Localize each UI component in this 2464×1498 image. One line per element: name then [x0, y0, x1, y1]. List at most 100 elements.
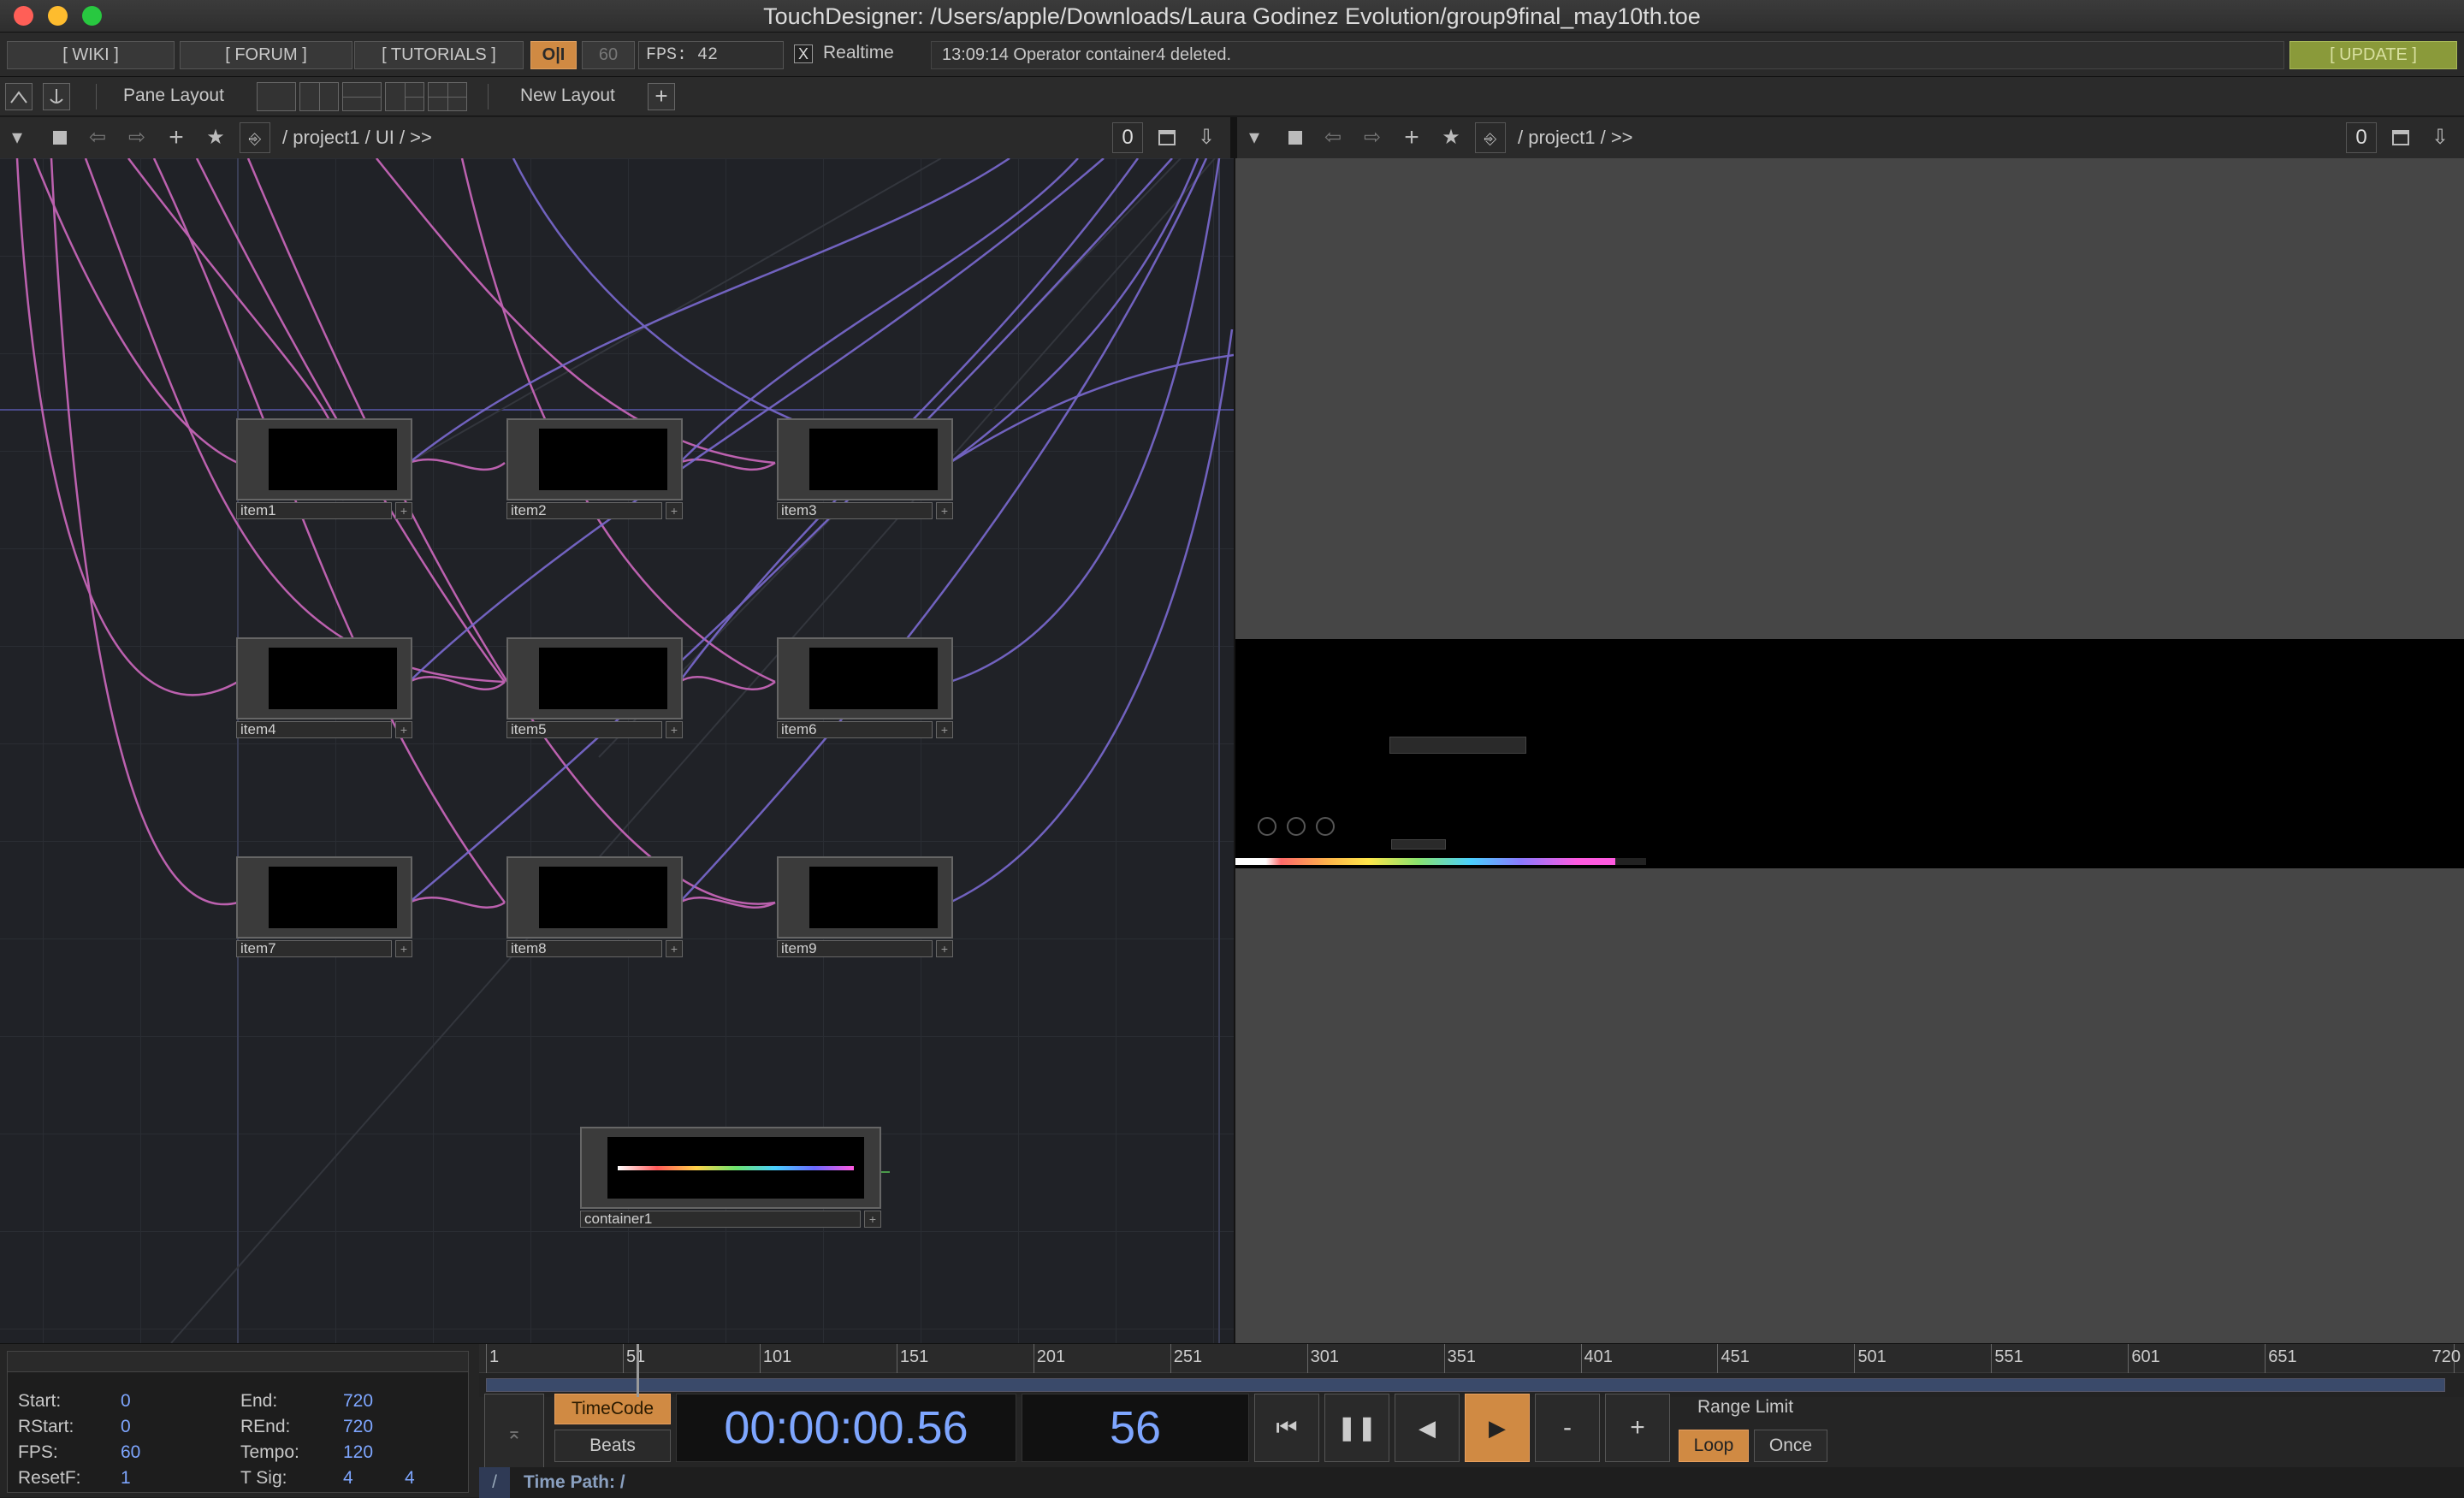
- time-path-label: Time Path: /: [524, 1472, 625, 1492]
- rend-value[interactable]: 720: [343, 1417, 373, 1437]
- network-editor[interactable]: item1 + item2 + item3 + item4 + item5 + …: [0, 158, 1234, 1343]
- ruler-label: 501: [1857, 1347, 1886, 1366]
- pause-icon[interactable]: [1287, 817, 1306, 836]
- timecode-display[interactable]: 00:00:00.56: [676, 1394, 1016, 1462]
- play-forward-icon[interactable]: ▶: [1465, 1394, 1530, 1462]
- ruler-label: 601: [2131, 1347, 2160, 1366]
- ruler-tick: [1991, 1344, 1993, 1373]
- decrement-button[interactable]: -: [1535, 1394, 1600, 1462]
- item8-label: item8: [506, 940, 662, 957]
- start-value[interactable]: 0: [121, 1391, 131, 1412]
- back-arrow-icon[interactable]: ⇦: [1318, 122, 1348, 153]
- time-path-bar: / Time Path: /: [479, 1467, 2464, 1498]
- pane-image-icon[interactable]: [5, 83, 33, 110]
- network-link-icon[interactable]: ⎆: [240, 122, 270, 153]
- comp-flag-icon[interactable]: +: [666, 940, 683, 957]
- layout-three-icon[interactable]: [385, 82, 424, 111]
- perform-mode-button[interactable]: O|I: [530, 41, 577, 69]
- comp-flag-icon[interactable]: +: [666, 721, 683, 738]
- container-viewer[interactable]: [1235, 158, 2464, 1343]
- ruler-label: 1: [489, 1347, 500, 1366]
- maximize-pane-icon[interactable]: [2385, 122, 2416, 153]
- end-value[interactable]: 720: [343, 1391, 373, 1412]
- home-plus-icon[interactable]: +: [1396, 122, 1427, 153]
- rstart-value[interactable]: 0: [121, 1417, 131, 1437]
- timeline-playhead[interactable]: [636, 1344, 639, 1397]
- pause-icon[interactable]: ❚❚: [1324, 1394, 1389, 1462]
- ruler-tick: [759, 1344, 761, 1373]
- time-settings: Start: 0 End: 720 RStart: 0 REnd: 720 FP…: [7, 1351, 469, 1493]
- container1-label: container1: [580, 1211, 861, 1228]
- add-layout-button[interactable]: +: [648, 83, 675, 110]
- comp-flag-icon[interactable]: +: [936, 721, 953, 738]
- layout-single-icon[interactable]: [257, 82, 296, 111]
- ruler-label: 551: [1994, 1347, 2023, 1366]
- layout-four-icon[interactable]: [428, 82, 467, 111]
- frame-display[interactable]: 56: [1022, 1394, 1249, 1462]
- play-icon[interactable]: [1258, 817, 1276, 836]
- fps-cap-field[interactable]: 60: [582, 41, 635, 69]
- stop-icon[interactable]: [1280, 122, 1311, 153]
- pane-anchor-icon[interactable]: [43, 83, 70, 110]
- ruler-tick: [1443, 1344, 1445, 1373]
- stop-icon[interactable]: [44, 122, 75, 153]
- forum-button[interactable]: [ FORUM ]: [180, 41, 352, 69]
- network-path-breadcrumb[interactable]: / project1 / UI / >>: [282, 117, 432, 158]
- tutorials-button[interactable]: [ TUTORIALS ]: [354, 41, 524, 69]
- network-link-icon[interactable]: ⎆: [1475, 122, 1506, 153]
- pane-menu-chevron-down-icon[interactable]: ▾: [2, 122, 33, 153]
- forward-arrow-icon[interactable]: ⇨: [121, 122, 152, 153]
- tempo-value[interactable]: 120: [343, 1442, 373, 1463]
- layout-split-vertical-icon[interactable]: [299, 82, 339, 111]
- record-icon[interactable]: [1316, 817, 1335, 836]
- wiki-button[interactable]: [ WIKI ]: [7, 41, 175, 69]
- viewer-text-field[interactable]: [1389, 737, 1526, 754]
- loop-button[interactable]: Loop: [1679, 1430, 1749, 1462]
- bookmark-star-icon[interactable]: ★: [1436, 122, 1466, 153]
- pane-down-arrow-icon[interactable]: ⇩: [2425, 122, 2455, 153]
- bookmark-star-icon[interactable]: ★: [200, 122, 231, 153]
- timeline-range-bar[interactable]: [486, 1378, 2445, 1392]
- resetf-label: ResetF:: [18, 1468, 81, 1488]
- once-button[interactable]: Once: [1754, 1430, 1827, 1462]
- realtime-checkbox[interactable]: X: [794, 44, 813, 63]
- forward-arrow-icon[interactable]: ⇨: [1357, 122, 1388, 153]
- network-pane-header: ▾ ⇦ ⇨ + ★ ⎆ / project1 / UI / >> 0 ⇩: [0, 117, 1230, 159]
- step-back-icon[interactable]: ◀: [1395, 1394, 1460, 1462]
- tsig-beats-value[interactable]: 4: [343, 1468, 353, 1489]
- ruler-label: 651: [2268, 1347, 2297, 1366]
- tsig-unit-value[interactable]: 4: [405, 1468, 415, 1489]
- color-progress-bar: [1235, 858, 1615, 865]
- rewind-to-start-icon[interactable]: ⏮: [1254, 1394, 1319, 1462]
- viewer-canvas[interactable]: [1235, 639, 2464, 868]
- timeline-ruler[interactable]: 1511011512012513013514014515015516016517…: [479, 1344, 2464, 1373]
- maximize-pane-icon[interactable]: [1152, 122, 1182, 153]
- timeline-cursor-icon[interactable]: ⌅: [484, 1394, 544, 1472]
- viewer-counter: 0: [2346, 122, 2377, 153]
- fps-value[interactable]: 60: [121, 1442, 140, 1463]
- home-plus-icon[interactable]: +: [161, 122, 192, 153]
- pane-menu-chevron-down-icon[interactable]: ▾: [1239, 122, 1270, 153]
- comp-flag-icon[interactable]: +: [936, 502, 953, 519]
- comp-flag-icon[interactable]: +: [395, 940, 412, 957]
- comp-flag-icon[interactable]: +: [395, 502, 412, 519]
- viewer-small-button[interactable]: [1391, 839, 1446, 850]
- title-bar: TouchDesigner: /Users/apple/Downloads/La…: [0, 0, 2464, 33]
- item5-label: item5: [506, 721, 662, 738]
- update-button[interactable]: [ UPDATE ]: [2289, 41, 2457, 69]
- resetf-value[interactable]: 1: [121, 1468, 131, 1489]
- timecode-button[interactable]: TimeCode: [554, 1394, 671, 1424]
- comp-flag-icon[interactable]: +: [395, 721, 412, 738]
- beats-button[interactable]: Beats: [554, 1430, 671, 1462]
- layout-split-horizontal-icon[interactable]: [342, 82, 382, 111]
- increment-button[interactable]: +: [1605, 1394, 1670, 1462]
- item7-label: item7: [236, 940, 392, 957]
- time-path-root[interactable]: /: [479, 1467, 510, 1498]
- comp-flag-icon[interactable]: +: [864, 1211, 881, 1228]
- comp-flag-icon[interactable]: +: [936, 940, 953, 957]
- pane-down-arrow-icon[interactable]: ⇩: [1191, 122, 1222, 153]
- network-counter: 0: [1112, 122, 1143, 153]
- comp-flag-icon[interactable]: +: [666, 502, 683, 519]
- back-arrow-icon[interactable]: ⇦: [82, 122, 113, 153]
- viewer-path-breadcrumb[interactable]: / project1 / >>: [1518, 117, 1633, 158]
